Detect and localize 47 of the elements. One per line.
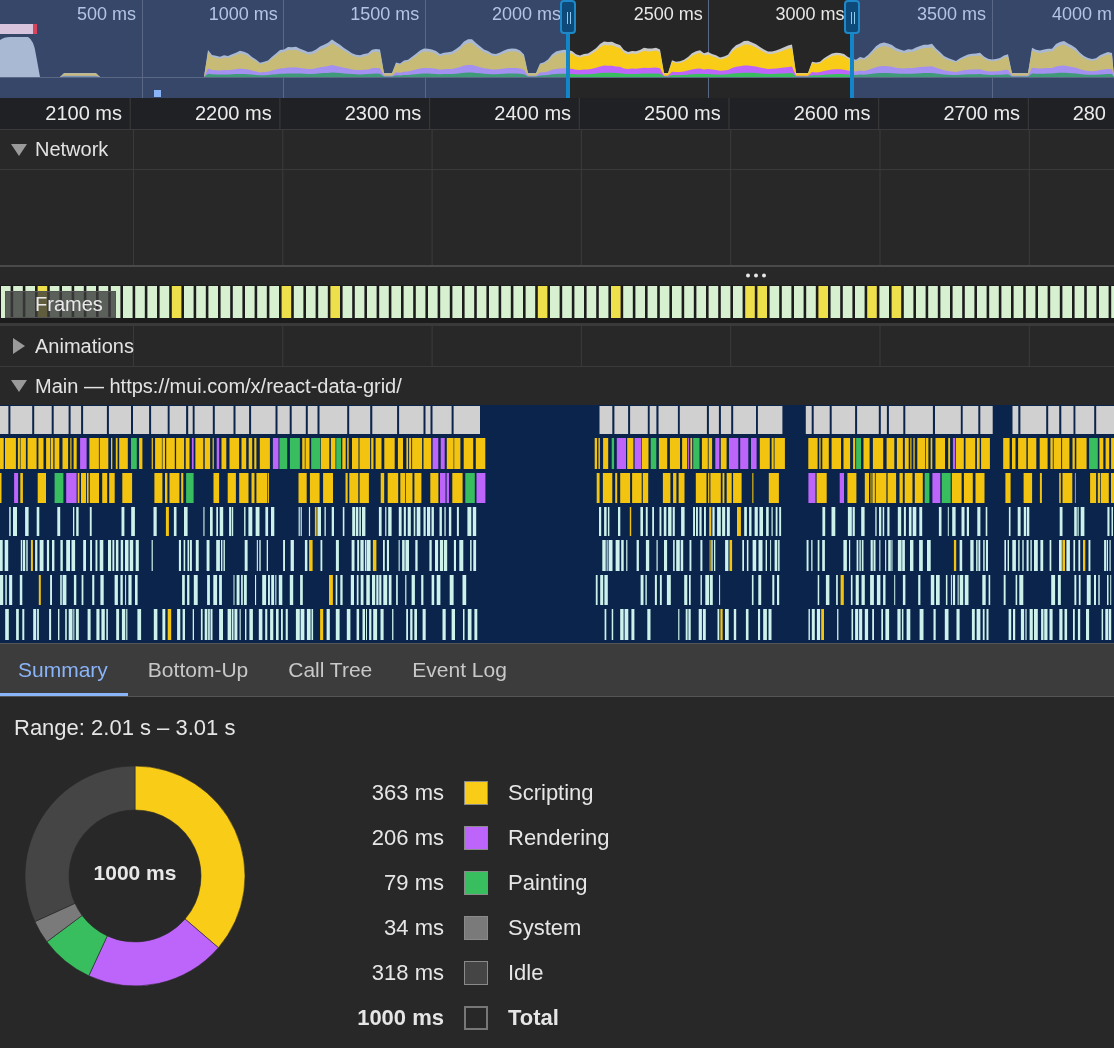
duration-value: 1000 ms bbox=[356, 1005, 444, 1031]
category-label: System bbox=[508, 915, 583, 941]
marker-square bbox=[154, 90, 161, 97]
duration-value: 318 ms bbox=[370, 960, 444, 986]
track-title[interactable]: Frames bbox=[5, 291, 116, 318]
collapse-triangle-icon[interactable] bbox=[11, 380, 27, 392]
duration-value: 206 ms bbox=[370, 825, 444, 851]
category-label: Rendering bbox=[508, 825, 610, 851]
legend-swatch bbox=[464, 1006, 488, 1030]
tab[interactable]: Event Log bbox=[392, 644, 527, 696]
time-tick-label: 2700 ms bbox=[942, 102, 1022, 125]
tab[interactable]: Call Tree bbox=[268, 644, 393, 696]
time-tick-label: 1500 ms bbox=[349, 3, 421, 25]
range-text: Range: 2.01 s – 3.01 s bbox=[14, 715, 237, 741]
expand-triangle-icon[interactable] bbox=[13, 338, 25, 354]
selection-handle[interactable] bbox=[842, 0, 862, 98]
tab[interactable]: Bottom-Up bbox=[127, 644, 269, 696]
category-label: Painting bbox=[508, 870, 589, 896]
time-tick-label: 2400 ms bbox=[493, 102, 573, 125]
time-tick-label: 3500 ms bbox=[916, 3, 988, 25]
category-label: Scripting bbox=[508, 780, 595, 806]
time-tick-label: 2200 ms bbox=[193, 102, 273, 125]
time-tick-label: 2100 ms bbox=[44, 102, 123, 125]
collapse-triangle-icon[interactable] bbox=[11, 143, 27, 156]
donut-total-label: 1000 ms bbox=[92, 861, 178, 885]
duration-value: 34 ms bbox=[383, 915, 444, 941]
time-tick-label: 500 ms bbox=[75, 3, 137, 25]
track-title[interactable]: Animations bbox=[35, 334, 134, 358]
track-title[interactable]: Main — https://mui.com/x/react-data-grid/ bbox=[35, 374, 402, 398]
selection-handle[interactable] bbox=[558, 0, 578, 98]
time-tick-label: 2600 ms bbox=[792, 102, 872, 125]
category-label: Total bbox=[508, 1005, 560, 1031]
marker-bar bbox=[0, 24, 37, 34]
tab[interactable]: Summary bbox=[0, 644, 128, 696]
time-tick-label: 2500 ms bbox=[643, 102, 722, 125]
time-tick-label: 4000 m bbox=[1050, 3, 1113, 25]
time-tick-label: 1000 ms bbox=[207, 3, 279, 25]
time-tick-label: 3000 ms bbox=[774, 3, 846, 25]
time-tick-label: 2000 ms bbox=[491, 3, 563, 25]
category-label: Idle bbox=[508, 960, 545, 986]
time-tick-label: 280 bbox=[1071, 102, 1107, 125]
duration-value: 363 ms bbox=[370, 780, 444, 806]
duration-value: 79 ms bbox=[383, 870, 444, 896]
time-tick-label: 2500 ms bbox=[632, 3, 704, 25]
drag-handle-icon[interactable] bbox=[746, 272, 766, 278]
time-tick-label: 2300 ms bbox=[343, 102, 423, 125]
track-title[interactable]: Network bbox=[35, 138, 109, 161]
